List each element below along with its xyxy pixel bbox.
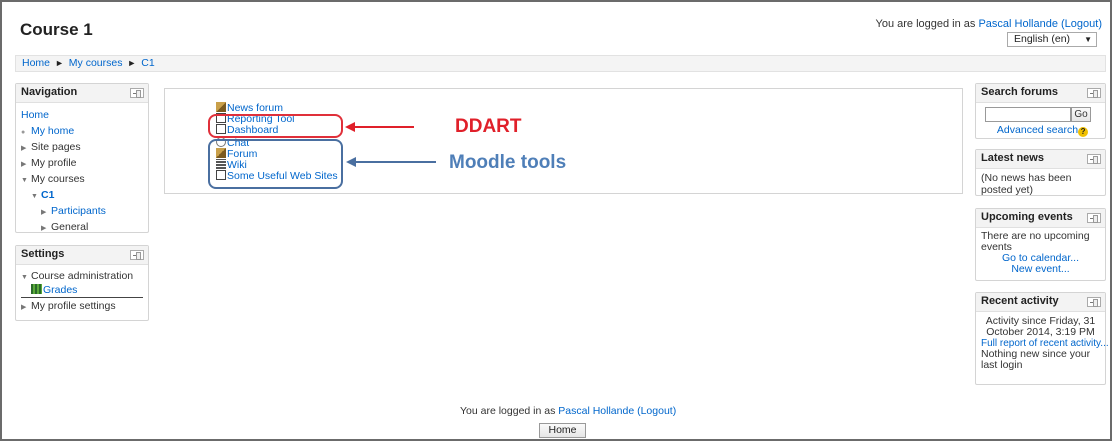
expand-icon: ▶ [21, 304, 27, 311]
annotation-arrows [345, 122, 436, 167]
login-info-footer: You are logged in as Pascal Hollande (Lo… [460, 405, 676, 417]
settings-title: Settings [21, 248, 65, 260]
upcoming-events-block: Upcoming events There are no upcoming ev… [975, 208, 1106, 281]
nav-my-courses-label: My courses [31, 173, 85, 185]
my-profile-settings-label: My profile settings [31, 300, 116, 312]
nav-general[interactable]: ▶ General [21, 219, 143, 235]
collapse-icon: ▼ [21, 274, 28, 281]
course-administration[interactable]: ▼ Course administration [21, 268, 143, 284]
upcoming-events-header: Upcoming events [976, 209, 1105, 228]
search-forums-header: Search forums [976, 84, 1105, 103]
nothing-new-text: Nothing new since your last login [981, 348, 1091, 371]
nav-my-profile-label: My profile [31, 157, 77, 169]
dock-block-icon[interactable] [130, 250, 144, 260]
nav-c1-link[interactable]: C1 [41, 189, 54, 201]
search-forums-block: Search forums Go Advanced search? [975, 83, 1106, 139]
new-event-link[interactable]: New event... [1011, 263, 1069, 275]
logout-link[interactable]: (Logout) [1061, 18, 1102, 30]
latest-news-title: Latest news [981, 152, 1044, 164]
forum-icon [216, 102, 226, 112]
latest-news-header: Latest news [976, 150, 1105, 169]
moodle-tools-highlight-box [208, 139, 343, 189]
red-arrow-head-icon [345, 122, 355, 132]
nav-my-profile[interactable]: ▶ My profile [21, 155, 143, 171]
breadcrumb-separator-icon: ► [54, 58, 64, 68]
nav-my-home-link[interactable]: My home [31, 125, 74, 137]
breadcrumb-home[interactable]: Home [22, 57, 50, 69]
help-icon[interactable]: ? [1078, 127, 1089, 137]
nav-site-pages-label: Site pages [31, 141, 81, 153]
language-value: English (en) [1014, 33, 1071, 45]
upcoming-events-title: Upcoming events [981, 211, 1073, 223]
nav-my-courses[interactable]: ▼ My courses [21, 171, 143, 187]
breadcrumb-c1[interactable]: C1 [141, 57, 154, 69]
navigation-block: Navigation Home ● My home ▶ Site pages ▶ My… [15, 83, 149, 233]
user-name-link[interactable]: Pascal Hollande [978, 18, 1058, 30]
upcoming-events-text: There are no upcoming events [981, 230, 1090, 253]
nav-c1[interactable]: ▼ C1 [21, 187, 143, 203]
page-title: Course 1 [20, 20, 93, 39]
footer-login-prefix: You are logged in as [460, 405, 559, 417]
home-button[interactable]: Home [539, 423, 586, 438]
dock-block-icon[interactable] [130, 88, 144, 98]
breadcrumb: Home ► My courses ► C1 [15, 55, 1106, 72]
language-select[interactable]: English (en) ▼ [1007, 32, 1097, 47]
latest-news-block: Latest news (No news has been posted yet… [975, 149, 1106, 196]
collapse-icon: ▼ [31, 193, 38, 200]
dock-block-icon[interactable] [1087, 213, 1101, 223]
blue-arrow-head-icon [346, 157, 356, 167]
expand-icon: ▶ [41, 225, 47, 232]
advanced-search-link[interactable]: Advanced search [997, 124, 1078, 136]
breadcrumb-my-courses[interactable]: My courses [69, 57, 123, 69]
footer-logout-link[interactable]: (Logout) [637, 405, 676, 417]
search-forums-title: Search forums [981, 86, 1059, 98]
course-administration-label: Course administration [31, 270, 134, 282]
navigation-block-header: Navigation [16, 84, 148, 103]
settings-block: Settings ▼ Course administration Grades ▶… [15, 245, 149, 321]
grades-icon [31, 284, 42, 294]
moodle-tools-label: Moodle tools [449, 152, 567, 173]
page-frame: Course 1 You are logged in as Pascal Hol… [0, 0, 1112, 441]
login-info-top: You are logged in as Pascal Hollande (Lo… [876, 18, 1103, 30]
my-profile-settings[interactable]: ▶ My profile settings [21, 298, 143, 314]
search-forums-input[interactable] [985, 107, 1071, 122]
nav-general-label: General [51, 221, 89, 233]
dock-block-icon[interactable] [1087, 154, 1101, 164]
settings-block-header: Settings [16, 246, 148, 265]
go-button[interactable]: Go [1071, 107, 1091, 122]
recent-activity-block: Recent activity Activity since Friday, 3… [975, 292, 1109, 385]
navigation-title: Navigation [21, 86, 78, 98]
recent-activity-title: Recent activity [981, 295, 1059, 307]
nav-participants-link[interactable]: Participants [51, 205, 106, 217]
grades-link[interactable]: Grades [43, 284, 77, 296]
ddart-label: DDART [455, 116, 522, 137]
nav-home-link[interactable]: Home [21, 109, 49, 121]
nav-site-pages[interactable]: ▶ Site pages [21, 139, 143, 155]
breadcrumb-separator-icon: ► [127, 58, 137, 68]
recent-activity-header: Recent activity [976, 293, 1105, 312]
latest-news-text: (No news has been posted yet) [981, 172, 1072, 196]
login-prefix: You are logged in as [875, 18, 979, 30]
chevron-down-icon: ▼ [1084, 35, 1092, 44]
footer-user-name-link[interactable]: Pascal Hollande [558, 405, 634, 417]
activity-since-text: Activity since Friday, 31 October 2014, … [985, 315, 1096, 338]
ddart-highlight-box [208, 114, 343, 138]
dock-block-icon[interactable] [1087, 88, 1101, 98]
collapse-icon: ▼ [21, 177, 28, 184]
dock-block-icon[interactable] [1087, 297, 1101, 307]
